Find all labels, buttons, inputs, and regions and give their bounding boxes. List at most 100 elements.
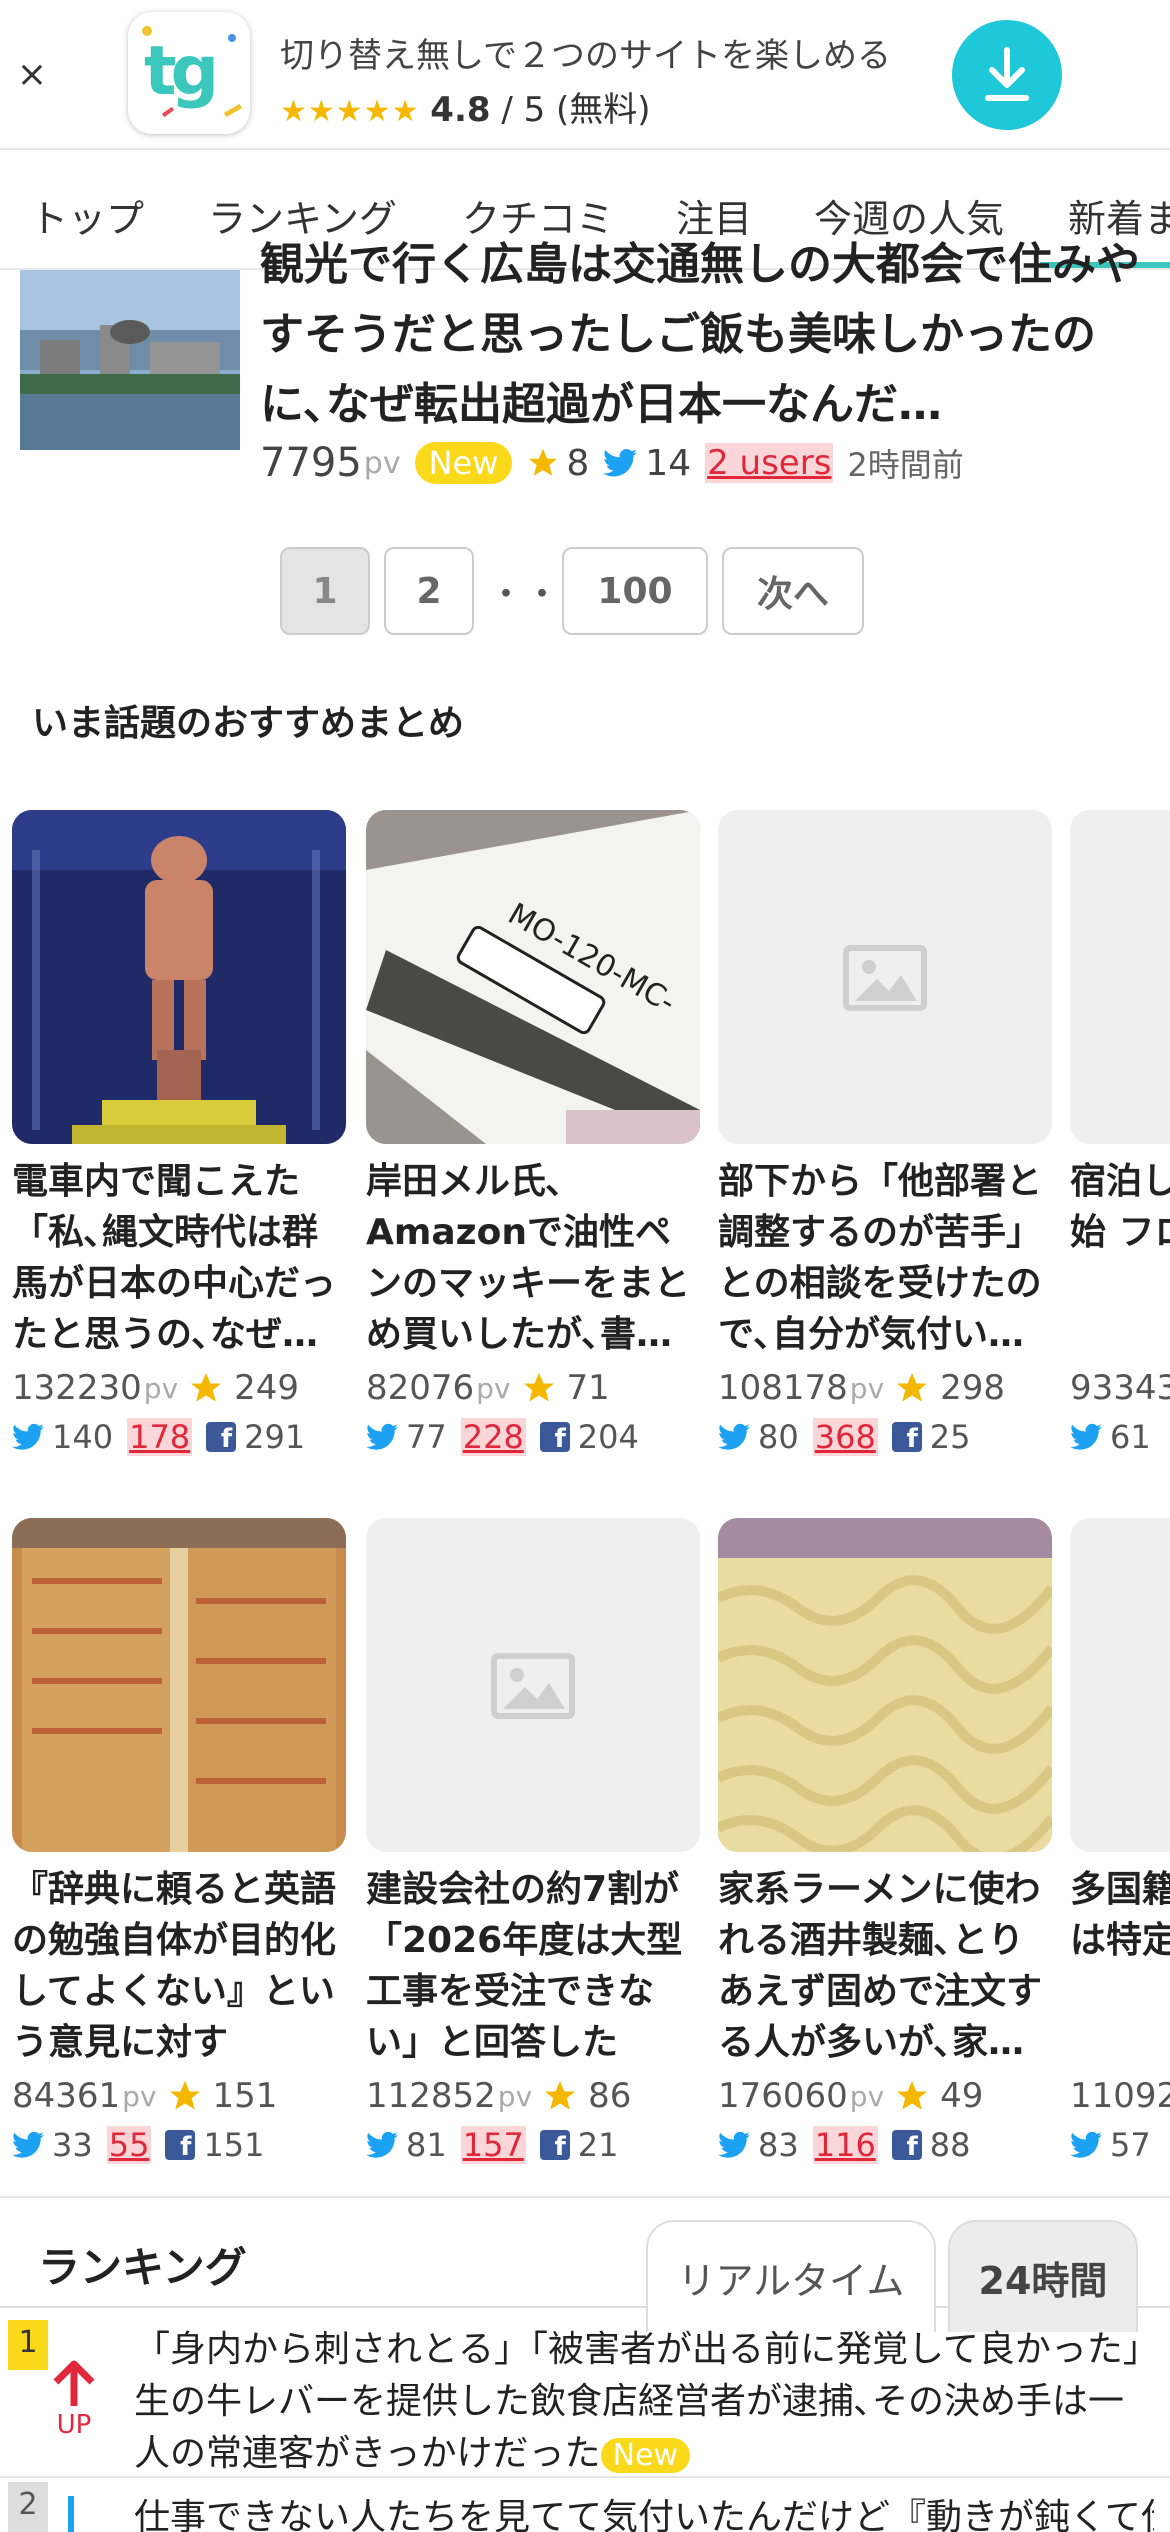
article-item[interactable]: 観光で行く広島は交通無しの大都会で住みやすそうだと思ったしご飯も美味しかったのに… [0, 239, 1170, 510]
tweet-count: 14 [645, 442, 692, 484]
ranking-item-title[interactable]: 「身内から刺されとる」「被害者が出る前に発覚して良かった」生の牛レバーを提供した… [134, 2324, 1154, 2482]
tab-top[interactable]: トップ [30, 188, 144, 243]
app-icon[interactable]: tg [128, 12, 250, 134]
rank-stay-icon [68, 2496, 74, 2532]
recommend-card[interactable]: 『辞典に頼ると英語の勉強自体が目的化してよくない』という意見に対する､“英… 8… [12, 1518, 346, 2164]
card-title[interactable]: 建設会社の約7割が「2026年度は大型工事を受注できない」と回答したが､… [366, 1864, 700, 2070]
article-meta: 7795 pv New 8 14 2 users 2時間前 [260, 440, 964, 486]
recommend-row: 『辞典に頼ると英語の勉強自体が目的化してよくない』という意見に対する､“英… 8… [0, 1518, 1170, 2178]
pageview-unit: pv [849, 1371, 885, 1405]
pageview-count: 93343 [1070, 1368, 1170, 1408]
star-icon [523, 1373, 554, 1402]
new-badge: New [414, 442, 513, 484]
recommend-card[interactable]: 宿泊し が寝て 燃え始 フロン 93343 61 [1070, 810, 1170, 1456]
star-count: 71 [566, 1368, 610, 1408]
close-icon[interactable]: × [14, 50, 50, 100]
card-title[interactable]: 『辞典に頼ると英語の勉強自体が目的化してよくない』という意見に対する､“英… [12, 1864, 346, 2070]
section-title-recommend: いま話題のおすすめまとめ [32, 703, 465, 744]
star-icon [897, 1373, 928, 1402]
star-count: 249 [234, 1368, 300, 1408]
card-title[interactable]: 電車内で聞こえた「私､縄文時代は群馬が日本の中心だったと思うの､なぜ… [12, 1156, 346, 1362]
pageview-count: 84361 [12, 2076, 121, 2116]
pageview-count: 7795 [260, 440, 362, 486]
pageview-unit: pv [476, 1371, 511, 1405]
image-placeholder-icon [491, 1653, 575, 1719]
card-image[interactable] [1070, 1518, 1170, 1852]
ranking-item[interactable]: 2 仕事できない人たちを見てて気付いたんだけど『動きが鈍くて仕 [0, 2476, 1170, 2532]
ranking-item[interactable]: 1 UP 「身内から刺されとる」「被害者が出る前に発覚して良かった」生の牛レバー… [0, 2310, 1170, 2474]
facebook-count: 291 [244, 1418, 306, 1456]
facebook-icon: f [206, 1422, 237, 1452]
pageview-count: 112852 [366, 2076, 496, 2116]
rank-up-icon: UP [48, 2360, 100, 2438]
hatena-count[interactable]: 228 [460, 1418, 526, 1456]
star-count: 49 [940, 2076, 984, 2116]
page-button-last[interactable]: 100 [562, 547, 708, 635]
next-page-button[interactable]: 次へ [722, 547, 864, 635]
recommend-card[interactable]: 建設会社の約7割が「2026年度は大型工事を受注できない」と回答したが､… 11… [366, 1518, 700, 2164]
facebook-count: 25 [929, 1418, 971, 1456]
rating-value: 4.8 [430, 90, 491, 130]
rank-number: 1 [8, 2320, 48, 2370]
recommend-card[interactable]: 電車内で聞こえた「私､縄文時代は群馬が日本の中心だったと思うの､なぜ… 1322… [12, 810, 346, 1456]
card-title[interactable]: 家系ラーメンに使われる酒井製麺､とりあえず固めで注文する人が多いが､家… [718, 1864, 1052, 2070]
hatena-count[interactable]: 116 [812, 2126, 878, 2164]
twitter-icon [12, 1423, 44, 1450]
recommend-row: 電車内で聞こえた「私､縄文時代は群馬が日本の中心だったと思うの､なぜ… 1322… [0, 810, 1170, 1470]
tweet-count: 77 [406, 1418, 447, 1456]
pageview-count: 11092 [1070, 2076, 1170, 2116]
card-title[interactable]: 岸田メル氏､Amazonで油性ペンのマッキーをまとめ買いしたが､書… [366, 1156, 700, 1362]
recommend-card[interactable]: MO-120-MC- 岸田メル氏､Amazonで油性ペンのマッキーをまとめ買いし… [366, 810, 700, 1456]
hatena-count[interactable]: 178 [127, 1418, 193, 1456]
pageview-unit: pv [497, 2079, 533, 2113]
hatena-count[interactable]: 55 [106, 2126, 152, 2164]
recommend-card[interactable]: 家系ラーメンに使われる酒井製麺､とりあえず固めで注文する人が多いが､家… 176… [718, 1518, 1052, 2164]
download-button[interactable] [952, 20, 1062, 130]
card-title[interactable]: 部下から「他部署と調整するのが苦手」との相談を受けたので､自分が気付い… [718, 1156, 1052, 1362]
twitter-icon [1070, 2131, 1102, 2158]
rating-stars-icon: ★★★★★ [280, 94, 420, 129]
hatena-count[interactable]: 157 [460, 2126, 526, 2164]
card-image[interactable] [12, 1518, 346, 1852]
page-button-1[interactable]: 1 [280, 547, 370, 635]
hatena-users-link[interactable]: 2 users [705, 443, 834, 483]
tweet-count: 83 [758, 2126, 799, 2164]
facebook-icon: f [891, 2130, 922, 2160]
ranking-item-title[interactable]: 仕事できない人たちを見てて気付いたんだけど『動きが鈍くて仕 [134, 2492, 1154, 2532]
facebook-icon: f [539, 1422, 570, 1452]
card-image[interactable] [366, 1518, 700, 1852]
star-icon [897, 2081, 928, 2110]
hatena-count[interactable]: 368 [812, 1418, 878, 1456]
card-title[interactable]: 多国籍 NYの 多くの は特定 [1070, 1864, 1170, 2070]
pageview-count: 132230 [12, 1368, 142, 1408]
star-count: 151 [212, 2076, 278, 2116]
article-thumbnail[interactable] [20, 270, 240, 450]
card-image[interactable] [718, 1518, 1052, 1852]
facebook-count: 151 [203, 2126, 265, 2164]
facebook-count: 21 [577, 2126, 619, 2164]
star-count: 86 [588, 2076, 632, 2116]
recommend-card[interactable]: 部下から「他部署と調整するのが苦手」との相談を受けたので､自分が気付い… 108… [718, 810, 1052, 1456]
facebook-icon: f [539, 2130, 570, 2160]
card-image[interactable] [718, 810, 1052, 1144]
card-title[interactable]: 宿泊し が寝て 燃え始 フロン [1070, 1156, 1170, 1362]
page-button-2[interactable]: 2 [384, 547, 474, 635]
ranking-title: ランキング [38, 2243, 247, 2292]
article-title[interactable]: 観光で行く広島は交通無しの大都会で住みやすそうだと思ったしご飯も美味しかったのに… [260, 230, 1160, 450]
recommend-card[interactable]: 多国籍 NYの 多くの は特定 11092 57 [1070, 1518, 1170, 2164]
twitter-icon [1070, 1423, 1102, 1450]
pageview-unit: pv [363, 445, 401, 481]
rating-suffix: / 5 (無料) [501, 90, 651, 130]
star-icon [169, 2081, 200, 2110]
new-badge: New [600, 2438, 690, 2473]
star-count: 298 [940, 1368, 1006, 1408]
facebook-count: 204 [577, 1418, 639, 1456]
twitter-icon [603, 449, 638, 477]
tweet-count: 81 [406, 2126, 447, 2164]
pagination-ellipsis: ・・ [488, 574, 561, 615]
pagination: 1 2 ・・ 100 次へ [280, 546, 864, 636]
card-image[interactable] [1070, 810, 1170, 1144]
tweet-count: 140 [52, 1418, 114, 1456]
card-image[interactable]: MO-120-MC- [366, 810, 700, 1144]
card-image[interactable] [12, 810, 346, 1144]
